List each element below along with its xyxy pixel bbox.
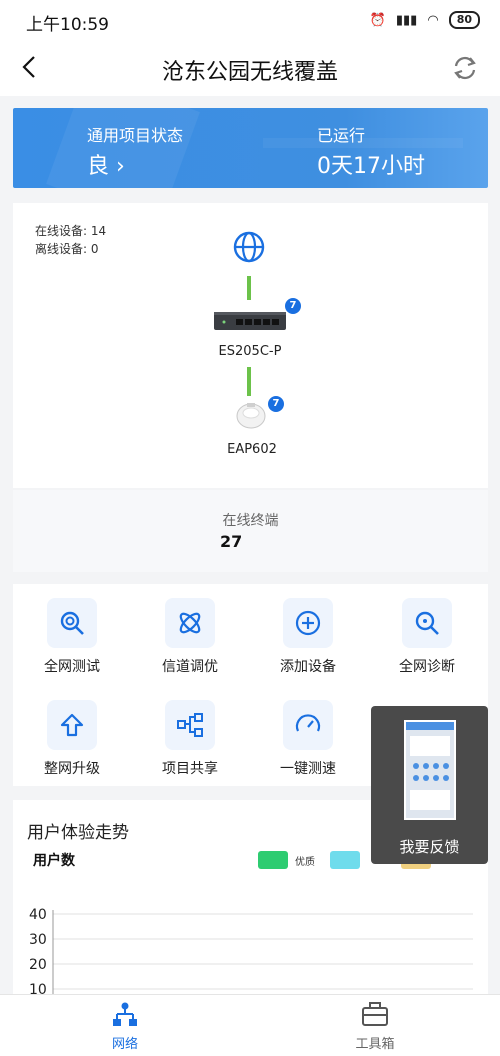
tool-label: 项目共享 xyxy=(162,761,218,777)
network-topology-icon xyxy=(85,1001,165,1031)
app-header: 沧东公园无线覆盖 xyxy=(0,38,500,96)
y-tick-label: 30 xyxy=(29,932,47,948)
zoom-icon xyxy=(47,598,97,648)
y-tick-label: 40 xyxy=(29,907,47,923)
ap-name: EAP602 xyxy=(227,442,277,457)
alarm-icon: ⏰ xyxy=(369,12,386,28)
online-terminals[interactable]: 在线终端 27 xyxy=(13,490,488,572)
feedback-label: 我要反馈 xyxy=(399,838,460,856)
speed-icon xyxy=(283,700,333,750)
status-value[interactable]: 良 › xyxy=(87,148,125,180)
atom-icon xyxy=(165,598,215,648)
tool-label: 整网升级 xyxy=(44,761,100,777)
uptime-label: 已运行 xyxy=(317,126,366,145)
toolbox-icon xyxy=(335,1001,415,1031)
signal-icon: ▮▮▮ xyxy=(395,12,418,28)
experience-title: 用户体验走势 xyxy=(27,823,129,843)
status-bar: 上午10:59 ⏰ ▮▮▮ ◠ 80 xyxy=(0,0,500,38)
legend-label-quality: 优质 xyxy=(295,857,315,868)
status-time: 上午10:59 xyxy=(26,15,109,35)
switch-device-icon[interactable] xyxy=(214,310,286,338)
wifi-icon: ◠ xyxy=(427,12,439,28)
share-icon xyxy=(165,700,215,750)
upgrade-icon xyxy=(47,700,97,750)
ap-client-badge: 7 xyxy=(268,396,284,412)
tool-label: 一键测速 xyxy=(280,761,336,777)
plus-icon xyxy=(283,598,333,648)
terminals-count: 27 xyxy=(220,532,243,551)
link-line xyxy=(247,367,251,396)
status-label: 通用项目状态 xyxy=(87,126,184,145)
offline-devices: 离线设备: 0 xyxy=(35,242,99,256)
status-icons: ⏰ ▮▮▮ ◠ 80 xyxy=(370,11,480,29)
project-status-banner[interactable]: 通用项目状态 良 › 已运行 0天17小时 xyxy=(13,108,488,188)
tool-add-device[interactable]: 添加设备 xyxy=(253,598,363,676)
nav-network-label: 网络 xyxy=(111,1037,138,1052)
nav-network[interactable]: 网络 xyxy=(85,1001,165,1052)
tool-project-share[interactable]: 项目共享 xyxy=(135,700,245,778)
switch-client-badge: 7 xyxy=(285,298,301,314)
experience-subtitle: 用户数 xyxy=(33,853,75,869)
uptime-value: 0天17小时 xyxy=(317,154,425,179)
access-point-icon[interactable] xyxy=(235,400,267,434)
tool-label: 信道调优 xyxy=(162,659,218,675)
bottom-nav: 网络 工具箱 xyxy=(0,994,500,1056)
legend-swatch-2 xyxy=(330,851,360,869)
tool-network-upgrade[interactable]: 整网升级 xyxy=(17,700,127,778)
nav-toolbox[interactable]: 工具箱 xyxy=(335,1001,415,1052)
tool-label: 添加设备 xyxy=(280,659,336,675)
legend-swatch-quality xyxy=(258,851,288,869)
battery-indicator: 80 xyxy=(448,11,480,29)
page-title: 沧东公园无线覆盖 xyxy=(161,60,338,85)
refresh-icon[interactable] xyxy=(450,54,480,82)
topology-card: 在线设备: 14 离线设备: 0 7 ES205C-P 7 EAP602 xyxy=(13,203,488,488)
tool-channel-optimize[interactable]: 信道调优 xyxy=(135,598,245,676)
internet-globe-icon[interactable] xyxy=(233,231,265,267)
online-devices: 在线设备: 14 xyxy=(35,224,107,238)
feedback-widget[interactable]: 我要反馈 xyxy=(371,706,488,864)
switch-name: ES205C-P xyxy=(218,344,282,359)
feedback-screenshot-thumbnail xyxy=(404,720,456,820)
link-line xyxy=(247,276,251,300)
search-icon xyxy=(402,598,452,648)
terminals-label: 在线终端 xyxy=(222,513,279,529)
y-tick-label: 20 xyxy=(29,957,47,973)
tool-speed-test[interactable]: 一键测速 xyxy=(253,700,363,778)
experience-chart: 40302010 xyxy=(29,907,473,1000)
tool-network-diagnosis[interactable]: 全网诊断 xyxy=(372,598,482,676)
nav-toolbox-label: 工具箱 xyxy=(355,1037,395,1052)
tool-network-test[interactable]: 全网测试 xyxy=(17,598,127,676)
tool-label: 全网诊断 xyxy=(399,659,455,675)
tool-label: 全网测试 xyxy=(44,659,100,675)
